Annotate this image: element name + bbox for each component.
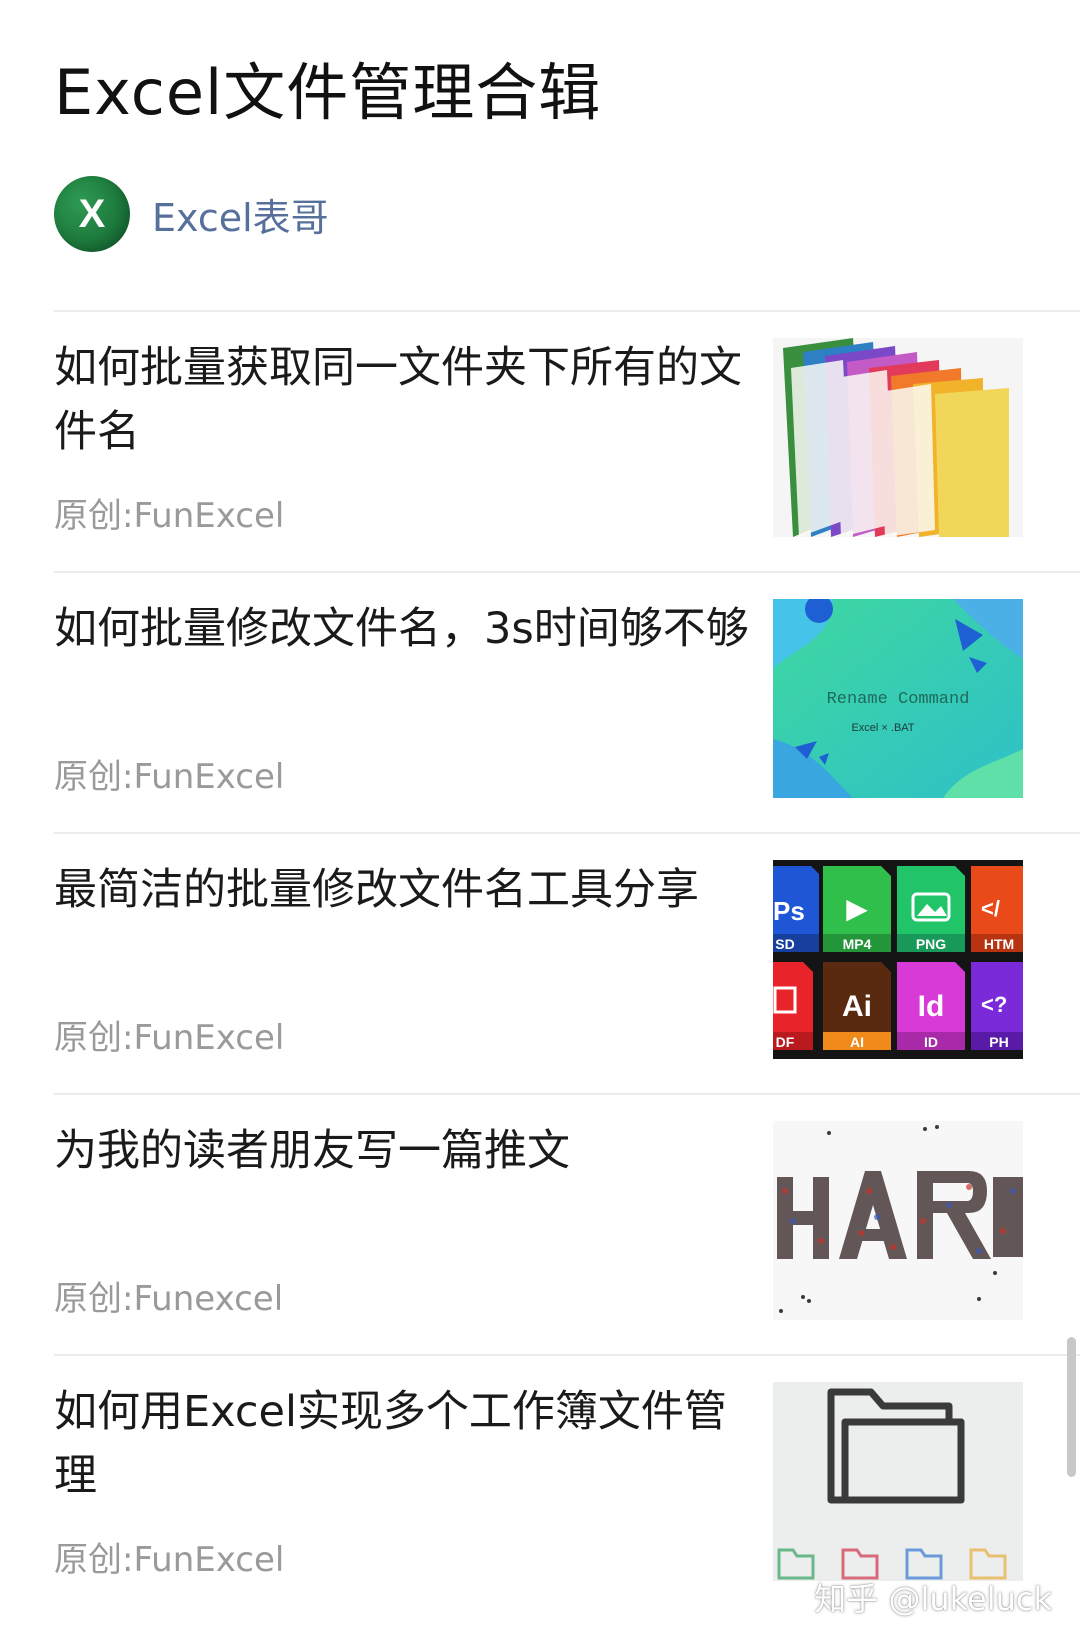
id-label: ID xyxy=(924,1034,938,1050)
mp4-label: MP4 xyxy=(843,936,872,952)
article-title[interactable]: 为我的读者朋友写一篇推文 xyxy=(54,1119,754,1183)
htm-label: HTM xyxy=(984,936,1014,952)
article-title[interactable]: 如何用Excel实现多个工作簿文件管理 xyxy=(54,1380,754,1508)
page-title: Excel文件管理合辑 xyxy=(54,56,602,129)
author-row[interactable]: X Excel表哥 xyxy=(54,176,329,252)
crowd-letters-svg xyxy=(773,1121,1023,1320)
thumbnail-subtitle: Excel × .BAT xyxy=(851,722,914,734)
article-title[interactable]: 如何批量修改文件名，3s时间够不够 xyxy=(54,597,754,661)
id-glyph: Id xyxy=(918,990,945,1023)
article-item-3[interactable]: 最简洁的批量修改文件名工具分享 原创:FunExcel Ps SD ▶ MP4 … xyxy=(54,832,1080,1093)
php-glyph: <? xyxy=(981,992,1007,1017)
rename-command-svg: Rename Command Excel × .BAT xyxy=(773,599,1023,798)
html-glyph: </ xyxy=(981,896,1000,921)
folder-outline-image[interactable] xyxy=(773,1382,1023,1581)
article-meta: 原创:FunExcel xyxy=(54,1540,285,1580)
ps-glyph: Ps xyxy=(773,896,805,926)
article-title[interactable]: 如何批量获取同一文件夹下所有的文件名 xyxy=(54,336,754,464)
article-item-2[interactable]: 如何批量修改文件名，3s时间够不够 原创:FunExcel Rename Com… xyxy=(54,571,1080,832)
crowd-letters-image[interactable] xyxy=(773,1121,1023,1320)
file-type-icons-svg: Ps SD ▶ MP4 PNG </ HTM DF Ai AI Id ID <?… xyxy=(773,860,1023,1059)
png-label: PNG xyxy=(916,936,946,952)
article-meta: 原创:FunExcel xyxy=(54,496,285,536)
article-title[interactable]: 最简洁的批量修改文件名工具分享 xyxy=(54,858,754,922)
colorful-folders-svg xyxy=(773,338,1023,537)
author-name[interactable]: Excel表哥 xyxy=(152,187,329,242)
article-meta: 原创:FunExcel xyxy=(54,757,285,797)
ai-glyph: Ai xyxy=(842,990,872,1023)
colorful-folders-image[interactable] xyxy=(773,338,1023,537)
folder-outline-svg xyxy=(773,1382,1023,1581)
df-label: DF xyxy=(776,1034,795,1050)
ph-label: PH xyxy=(989,1034,1008,1050)
file-type-icons-image[interactable]: Ps SD ▶ MP4 PNG </ HTM DF Ai AI Id ID <?… xyxy=(773,860,1023,1059)
play-glyph: ▶ xyxy=(846,892,868,925)
article-item-4[interactable]: 为我的读者朋友写一篇推文 原创:Funexcel xyxy=(54,1093,1080,1354)
ai-label: AI xyxy=(850,1034,864,1050)
thumbnail-title: Rename Command xyxy=(827,690,970,709)
sd-label: SD xyxy=(775,936,794,952)
article-meta: 原创:Funexcel xyxy=(54,1279,284,1319)
rename-command-image[interactable]: Rename Command Excel × .BAT xyxy=(773,599,1023,798)
watermark: 知乎 @lukeluck xyxy=(814,1580,1052,1618)
article-meta: 原创:FunExcel xyxy=(54,1018,285,1058)
author-avatar[interactable]: X xyxy=(54,176,130,252)
article-item-1[interactable]: 如何批量获取同一文件夹下所有的文件名 原创:FunExcel xyxy=(54,310,1080,571)
scrollbar[interactable] xyxy=(1067,1337,1076,1477)
article-list: 如何批量获取同一文件夹下所有的文件名 原创:FunExcel 如何批量修改文件名… xyxy=(54,310,1080,1615)
